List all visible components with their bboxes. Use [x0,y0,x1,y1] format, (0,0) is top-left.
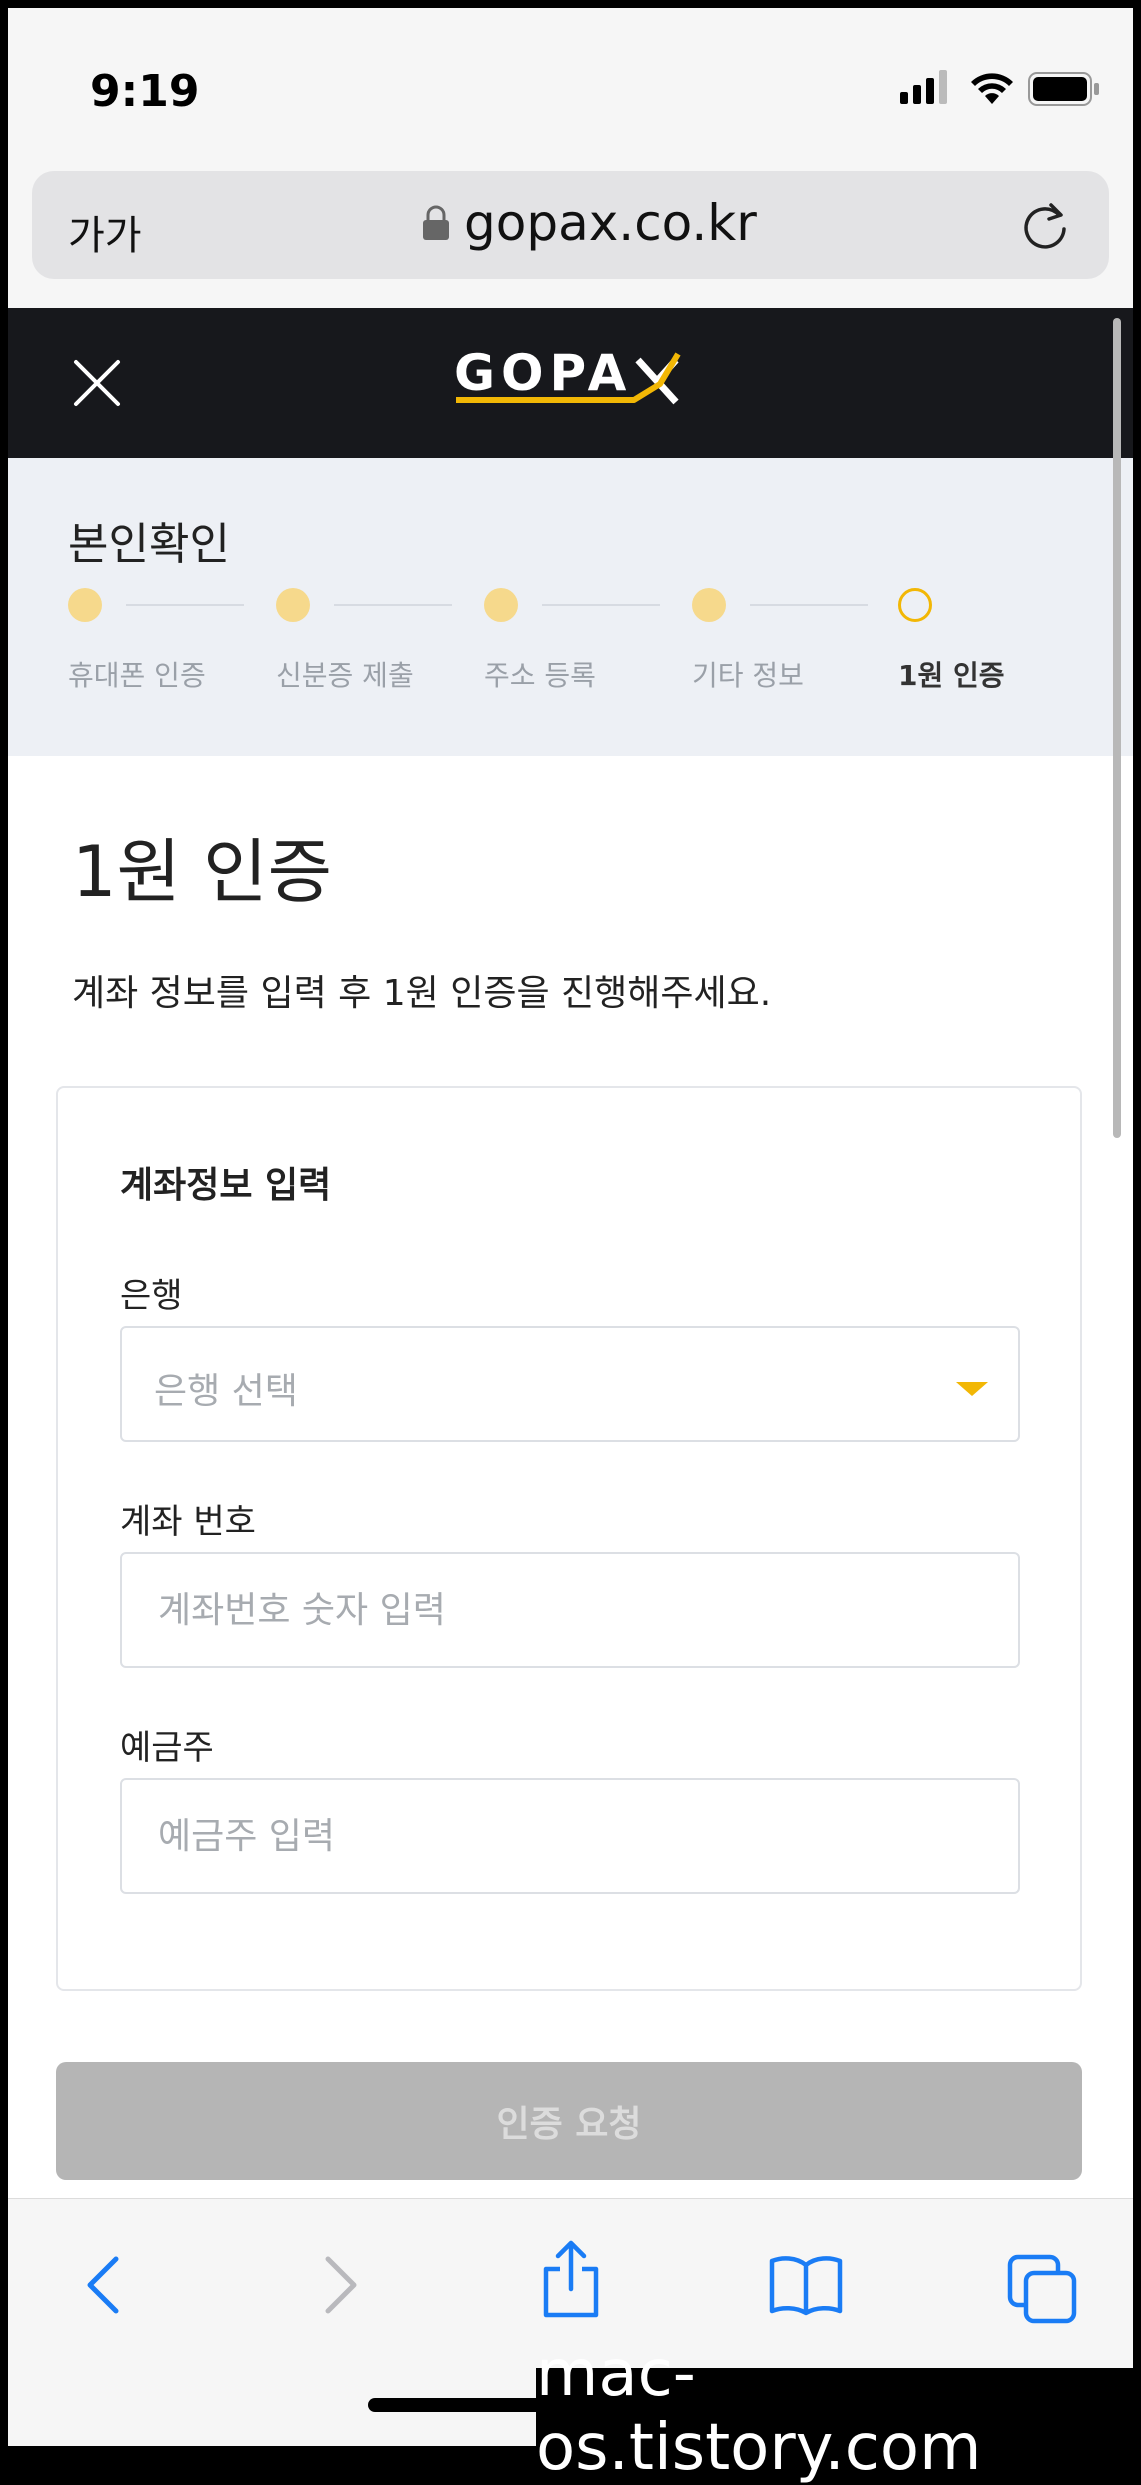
status-time: 9:19 [90,66,200,117]
account-holder-label: 예금주 [120,1728,214,1768]
address-bar[interactable]: 가가 gopax.co.kr [32,171,1109,279]
step-dot-other [692,588,726,622]
account-holder-input[interactable] [122,1780,1018,1892]
step-connector [334,604,452,606]
phone-screen: 9:19 가가 gopax.co.kr GOPA 본인확인 휴대폰 인증 신분증… [8,8,1133,2446]
verify-request-button[interactable]: 인증 요청 [56,2062,1082,2180]
bank-select-placeholder: 은행 선택 [154,1371,298,1412]
battery-icon [1028,72,1099,106]
text-size-button[interactable]: 가가 [68,203,142,261]
chevron-down-icon [956,1382,988,1396]
account-info-card: 계좌정보 입력 은행 은행 선택 계좌 번호 예금주 [56,1086,1082,1991]
stepper-title: 본인확인 [68,519,230,570]
site-header: GOPA [8,308,1133,458]
cellular-signal-icon [900,70,947,104]
back-icon[interactable] [78,2253,128,2317]
share-icon[interactable] [538,2239,604,2319]
main-content: 1원 인증 계좌 정보를 입력 후 1원 인증을 진행해주세요. 계좌정보 입력… [8,756,1133,2198]
account-number-field[interactable] [120,1552,1020,1668]
reload-icon[interactable] [1019,199,1071,251]
url-text: gopax.co.kr [464,194,757,252]
close-icon[interactable] [72,358,122,408]
wifi-icon [971,73,1013,104]
lock-icon [423,205,449,240]
account-holder-field[interactable] [120,1778,1020,1894]
step-connector [750,604,868,606]
scrollbar[interactable] [1113,318,1121,1138]
step-label-id: 신분증 제출 [276,659,414,692]
page-description: 계좌 정보를 입력 후 1원 인증을 진행해주세요. [72,973,772,1014]
step-label-phone: 휴대폰 인증 [68,659,206,692]
bank-label: 은행 [120,1276,183,1316]
step-label-address: 주소 등록 [484,659,596,692]
card-title: 계좌정보 입력 [120,1165,332,1206]
step-connector [126,604,244,606]
url-display[interactable]: gopax.co.kr [422,193,757,253]
status-bar: 9:19 [8,8,1133,168]
step-label-other: 기타 정보 [692,659,804,692]
bank-select[interactable]: 은행 선택 [120,1326,1020,1442]
page-title: 1원 인증 [72,831,332,913]
step-dot-address [484,588,518,622]
bookmarks-icon[interactable] [768,2253,844,2317]
step-dot-one-won [898,588,932,622]
step-dot-id [276,588,310,622]
watermark: mac-os.tistory.com [536,2337,1133,2485]
step-label-one-won: 1원 인증 [898,659,1005,692]
account-number-label: 계좌 번호 [120,1502,256,1542]
gopax-logo: GOPA [454,344,681,405]
verification-stepper: 본인확인 휴대폰 인증 신분증 제출 주소 등록 기타 정보 1원 인증 [8,458,1133,756]
step-dot-phone [68,588,102,622]
forward-icon[interactable] [316,2253,366,2317]
svg-text:GOPA: GOPA [454,344,632,402]
account-number-input[interactable] [122,1554,1018,1666]
step-connector [542,604,660,606]
tabs-icon[interactable] [1006,2253,1078,2325]
